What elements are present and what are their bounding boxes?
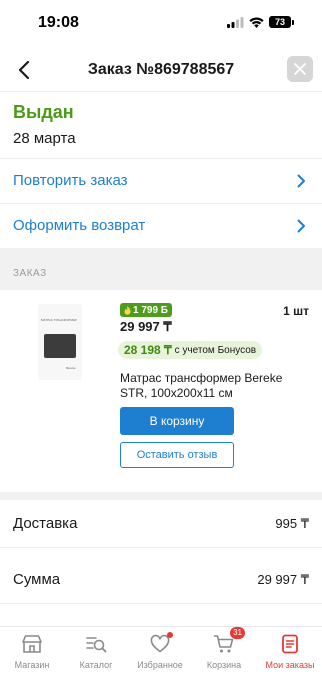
total-label: Сумма [13, 571, 61, 588]
product-image[interactable]: МАТРАС ТРАНСФОРМЕР Bereke [38, 304, 82, 380]
order-section-header: ЗАКАЗ [0, 248, 322, 290]
bonus-price-pill: 28 198 ₸ с учетом Бонусов [118, 341, 263, 359]
summary-total-row: Сумма 29 997 ₸ [0, 557, 322, 601]
return-order-label: Оформить возврат [13, 217, 146, 234]
order-date: 28 марта [13, 130, 76, 147]
bonus-note: с учетом Бонусов [174, 344, 257, 356]
orders-icon [282, 634, 298, 654]
header-divider [0, 91, 322, 92]
summary-divider [0, 547, 322, 548]
tab-label: Корзина [206, 660, 242, 670]
bonus-badge: 1 799 Б [120, 303, 172, 317]
repeat-order-row[interactable]: Повторить заказ [0, 159, 322, 203]
page-title: Заказ №869788567 [87, 61, 235, 78]
tab-favorites[interactable]: Избранное [128, 632, 192, 679]
favorites-dot [167, 632, 173, 638]
add-to-cart-button[interactable]: В корзину [120, 407, 234, 435]
product-image-caption: МАТРАС ТРАНСФОРМЕР [41, 318, 77, 322]
close-button[interactable] [287, 56, 313, 82]
return-order-row[interactable]: Оформить возврат [0, 204, 322, 248]
battery-level: 73 [269, 16, 291, 28]
shop-icon [22, 635, 42, 653]
summary-delivery-row: Доставка 995 ₸ [0, 501, 322, 545]
leave-review-button[interactable]: Оставить отзыв [120, 442, 234, 468]
bonus-price: 28 198 ₸ [124, 343, 172, 357]
tab-catalog[interactable]: Каталог [64, 633, 128, 679]
status-time: 19:08 [38, 14, 79, 31]
bonus-badge-value: 1 799 Б [133, 304, 168, 316]
order-status-block: Выдан 28 марта [13, 102, 76, 147]
section-separator [0, 492, 322, 500]
header: Заказ №869788567 [0, 48, 322, 92]
product-price: 29 997 ₸ [120, 319, 172, 334]
status-icons: 73 [227, 16, 294, 28]
status-bar: 19:08 73 [0, 0, 322, 46]
wifi-icon [249, 17, 264, 28]
catalog-search-icon [86, 637, 107, 653]
signal-icon [227, 16, 244, 28]
delivery-label: Доставка [13, 515, 78, 532]
heart-icon-wrap [149, 632, 173, 655]
product-quantity: 1 шт [283, 304, 309, 318]
tab-my-orders[interactable]: Мои заказы [258, 633, 322, 679]
delivery-value: 995 ₸ [275, 516, 309, 531]
repeat-order-label: Повторить заказ [13, 172, 128, 189]
total-value: 29 997 ₸ [257, 572, 309, 587]
product-name[interactable]: Матрас трансформер Bereke STR, 100x200x1… [120, 371, 300, 401]
tab-label: Мои заказы [265, 660, 315, 670]
bottom-tab-bar: Магазин Каталог Избранное 31 Корзина Мои… [0, 626, 322, 698]
close-icon [294, 63, 306, 75]
product-image-brand: Bereke [66, 366, 76, 370]
chevron-right-icon [297, 174, 305, 188]
product-image-mattress [44, 334, 76, 358]
tab-label: Избранное [137, 660, 183, 670]
summary-divider-2 [0, 603, 322, 604]
section-label: ЗАКАЗ [13, 268, 47, 279]
chevron-right-icon [297, 219, 305, 233]
tab-label: Магазин [14, 660, 50, 670]
tab-label: Каталог [79, 660, 113, 670]
cart-icon-wrap: 31 [213, 627, 245, 655]
cart-count-badge: 31 [230, 627, 245, 639]
tab-shop[interactable]: Магазин [0, 633, 64, 679]
flame-icon [124, 305, 131, 315]
battery-icon: 73 [269, 16, 294, 28]
battery-tip [292, 19, 294, 25]
tab-cart[interactable]: 31 Корзина [192, 627, 256, 679]
order-status: Выдан [13, 102, 74, 122]
